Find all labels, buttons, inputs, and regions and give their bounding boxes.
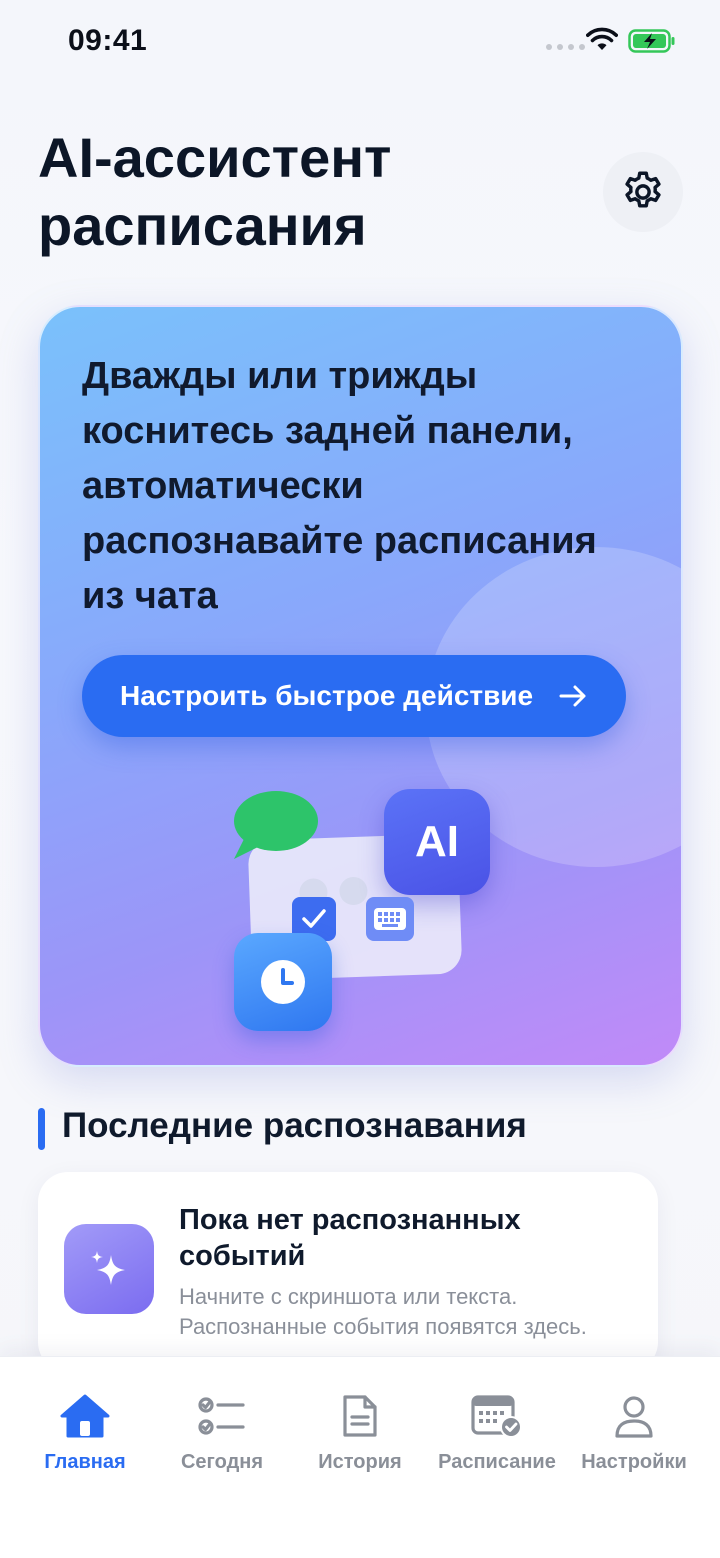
- chat-bubble-icon: [234, 791, 318, 859]
- arrow-right-icon: [559, 685, 586, 707]
- ai-badge: AI: [384, 789, 490, 895]
- setup-quick-action-button[interactable]: Настроить быстрое действие: [82, 655, 626, 737]
- document-icon: [343, 1395, 377, 1437]
- tab-label: Главная: [44, 1451, 126, 1473]
- person-icon: [615, 1396, 653, 1438]
- tab-label: Настройки: [581, 1451, 687, 1473]
- home-icon: [60, 1394, 110, 1438]
- settings-button[interactable]: [603, 152, 683, 232]
- empty-state-subtitle: Начните с скриншота или текста. Распозна…: [179, 1284, 587, 1339]
- status-time: 09:41: [68, 24, 148, 57]
- tab-today[interactable]: Сегодня: [152, 1387, 292, 1477]
- quick-action-hero-card: Дважды или трижды коснитесь задней панел…: [38, 305, 683, 1067]
- tab-schedule[interactable]: Расписание: [427, 1387, 567, 1477]
- tab-label: Сегодня: [180, 1451, 264, 1473]
- cta-label: Настроить быстрое действие: [120, 680, 534, 711]
- hero-description: Дважды или трижды коснитесь задней панел…: [82, 355, 597, 617]
- bottom-tab-bar: Главная Сегодня История Расписание Настр…: [0, 1356, 720, 1558]
- section-title: Последние распознавания: [62, 1106, 527, 1145]
- gear-icon: [625, 171, 661, 208]
- page-title: AI-ассистент расписания: [38, 126, 392, 257]
- tab-settings[interactable]: Настройки: [564, 1387, 704, 1477]
- sparkles-icon: [64, 1224, 154, 1314]
- calendar-check-icon: [471, 1395, 522, 1438]
- status-bar: 09:41: [0, 0, 720, 84]
- keyboard-icon: [366, 897, 414, 941]
- wifi-icon: [586, 27, 618, 50]
- clock-icon: [234, 933, 332, 1031]
- tab-label: Расписание: [438, 1451, 556, 1473]
- cellular-signal-icon: [546, 44, 585, 50]
- tab-label: История: [318, 1451, 402, 1473]
- section-accent-bar: [38, 1108, 45, 1150]
- empty-state-card: Пока нет распознанных событий Начните с …: [38, 1172, 658, 1372]
- tab-home[interactable]: Главная: [15, 1387, 155, 1477]
- checklist-icon: [198, 1397, 245, 1435]
- tab-history[interactable]: История: [290, 1387, 430, 1477]
- battery-charging-icon: [628, 29, 675, 53]
- empty-state-title: Пока нет распознанных событий: [179, 1204, 521, 1272]
